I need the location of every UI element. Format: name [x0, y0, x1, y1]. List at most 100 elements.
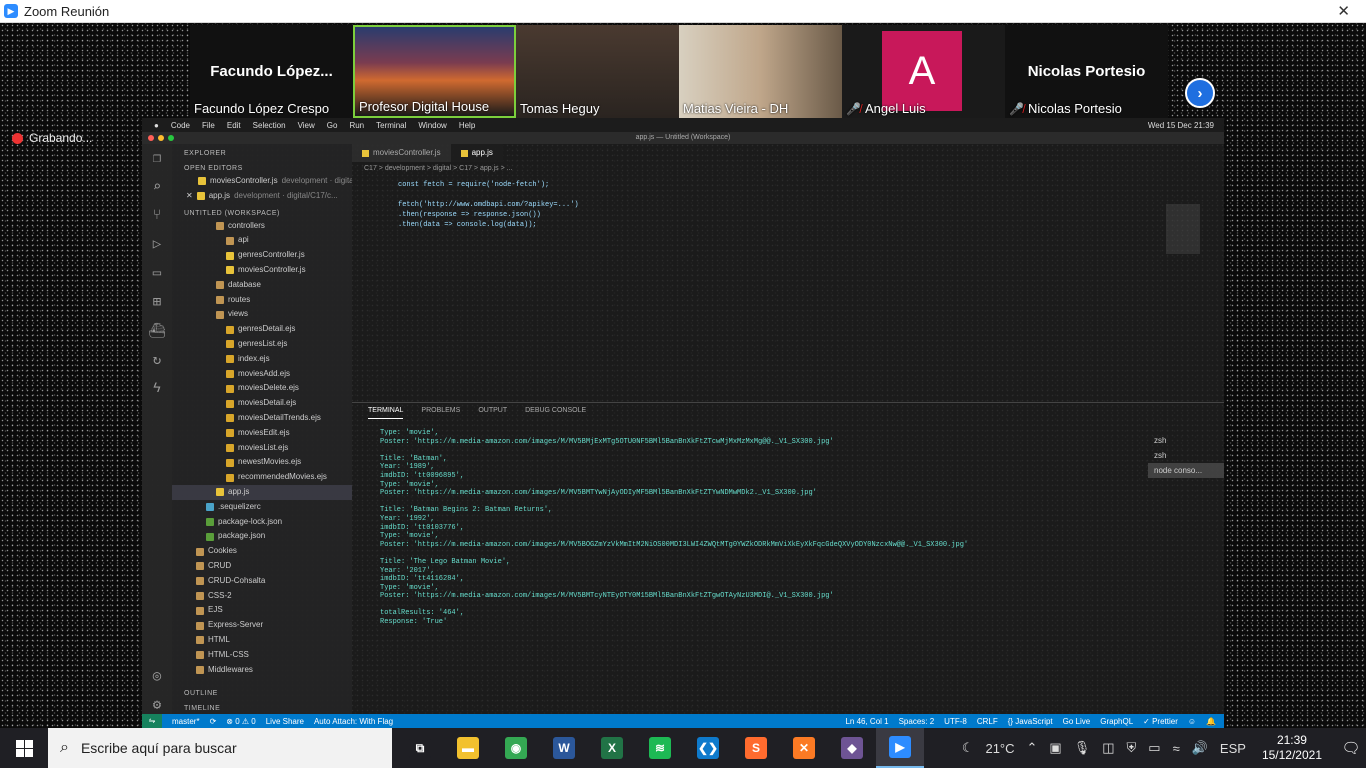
next-page-button[interactable]: ›	[1185, 78, 1215, 108]
tree-file[interactable]: genresController.js	[172, 248, 352, 263]
terminal-item-selected[interactable]: node conso...	[1148, 463, 1224, 478]
moon-weather-icon[interactable]: ☾	[962, 740, 974, 756]
participant-tile-active-speaker[interactable]: Profesor Digital House	[353, 25, 516, 118]
taskbar-app-xampp[interactable]: ✕	[780, 728, 828, 768]
tree-file[interactable]: moviesAdd.ejs	[172, 367, 352, 382]
git-branch[interactable]: master*	[172, 717, 200, 726]
encoding[interactable]: UTF-8	[944, 717, 967, 726]
taskbar-clock[interactable]: 21:39 15/12/2021	[1262, 733, 1322, 763]
source-control-icon[interactable]: ⑂	[153, 208, 161, 224]
docker-icon[interactable]: ⛴	[148, 323, 166, 340]
tab-output[interactable]: OUTPUT	[478, 403, 507, 419]
bell-icon[interactable]: 🔔	[1206, 717, 1216, 726]
end-of-line[interactable]: CRLF	[977, 717, 998, 726]
input-language[interactable]: ESP	[1220, 741, 1246, 756]
open-editor-item[interactable]: ✕ app.js development · digital/C17/c...	[172, 189, 352, 204]
timeline-header[interactable]: TIMELINE	[172, 699, 352, 714]
remote-explorer-icon[interactable]: ▭	[153, 265, 161, 282]
graphql-status[interactable]: GraphQL	[1100, 717, 1133, 726]
minimize-window-icon[interactable]	[158, 135, 164, 141]
menu-terminal[interactable]: Terminal	[376, 121, 406, 130]
indentation[interactable]: Spaces: 2	[899, 717, 935, 726]
close-icon[interactable]: ✕	[1337, 2, 1350, 20]
auto-attach-status[interactable]: Auto Attach: With Flag	[314, 717, 393, 726]
tree-file[interactable]: index.ejs	[172, 352, 352, 367]
participant-tile[interactable]: Nicolas Portesio 🎤̸ Nicolas Portesio	[1005, 25, 1168, 118]
tree-file[interactable]: moviesList.ejs	[172, 441, 352, 456]
participant-tile[interactable]: Matias Vieira - DH	[679, 25, 842, 118]
tree-folder[interactable]: views	[172, 307, 352, 322]
workspace-header[interactable]: UNTITLED (WORKSPACE)	[172, 204, 352, 219]
problems-count[interactable]: ⊗ 0 ⚠ 0	[226, 717, 255, 726]
menu-file[interactable]: File	[202, 121, 215, 130]
meet-now-icon[interactable]: ▣	[1049, 740, 1061, 756]
tree-folder[interactable]: routes	[172, 293, 352, 308]
menu-code[interactable]: Code	[171, 121, 190, 130]
taskbar-app-task-view[interactable]: ⧉	[396, 728, 444, 768]
tree-file[interactable]: recommendedMovies.ejs	[172, 470, 352, 485]
chevron-up-icon[interactable]: ⌃	[1027, 740, 1038, 756]
tree-folder[interactable]: EJS	[172, 603, 352, 618]
participant-tile[interactable]: Facundo López... Facundo López Crespo	[190, 25, 353, 118]
tab-movies-controller[interactable]: moviesController.js	[352, 144, 451, 162]
tree-folder[interactable]: Cookies	[172, 544, 352, 559]
menu-edit[interactable]: Edit	[227, 121, 241, 130]
tree-file[interactable]: moviesDetail.ejs	[172, 396, 352, 411]
taskbar-app-file-explorer[interactable]: ▬	[444, 728, 492, 768]
tree-file[interactable]: genresList.ejs	[172, 337, 352, 352]
taskbar-app-chrome[interactable]: ◉	[492, 728, 540, 768]
tab-problems[interactable]: PROBLEMS	[421, 403, 460, 419]
cursor-position[interactable]: Ln 46, Col 1	[845, 717, 888, 726]
files-icon[interactable]: ❐	[153, 150, 161, 167]
tree-folder[interactable]: HTML	[172, 633, 352, 648]
tree-folder[interactable]: CSS-2	[172, 589, 352, 604]
tab-debug-console[interactable]: DEBUG CONSOLE	[525, 403, 586, 419]
battery-icon[interactable]: ▭	[1148, 740, 1160, 756]
live-share-status[interactable]: Live Share	[266, 717, 304, 726]
extensions-icon[interactable]: ⊞	[153, 294, 161, 311]
search-icon[interactable]: ⌕	[153, 179, 161, 196]
open-editor-item[interactable]: moviesController.js development · digita…	[172, 174, 352, 189]
taskbar-app-zoom[interactable]: ▶	[876, 728, 924, 768]
run-debug-icon[interactable]: ▷	[153, 236, 161, 253]
participant-tile[interactable]: Tomas Heguy	[516, 25, 679, 118]
wifi-icon[interactable]: ≈	[1173, 741, 1180, 756]
prettier-status[interactable]: ✓ Prettier	[1143, 717, 1178, 726]
tab-terminal[interactable]: TERMINAL	[368, 403, 404, 419]
screen-capture-icon[interactable]: ◫	[1102, 740, 1114, 756]
tree-file[interactable]: genresDetail.ejs	[172, 322, 352, 337]
microphone-icon[interactable]: 🎙	[1074, 740, 1091, 756]
tree-folder[interactable]: HTML-CSS	[172, 648, 352, 663]
tree-folder[interactable]: CRUD	[172, 559, 352, 574]
tree-file[interactable]: app.js	[172, 484, 352, 500]
tree-file[interactable]: moviesDelete.ejs	[172, 381, 352, 396]
speaker-icon[interactable]: 🔊	[1192, 740, 1208, 756]
tree-folder[interactable]: CRUD-Cohsalta	[172, 574, 352, 589]
terminal-output[interactable]: Type: 'movie', Poster: 'https://m.media-a…	[352, 419, 1224, 627]
feedback-icon[interactable]: ☺	[1188, 717, 1196, 726]
participant-tile[interactable]: A 🎤̸ Angel Luis	[842, 25, 1005, 118]
gear-icon[interactable]: ⚙	[153, 697, 161, 714]
outline-header[interactable]: OUTLINE	[172, 684, 352, 699]
tree-folder[interactable]: Express-Server	[172, 618, 352, 633]
taskbar-app-excel[interactable]: X	[588, 728, 636, 768]
live-share-icon[interactable]: ↻	[153, 352, 161, 369]
tree-folder[interactable]: Middlewares	[172, 663, 352, 678]
menu-selection[interactable]: Selection	[253, 121, 286, 130]
remote-icon[interactable]: ⇋	[142, 714, 162, 728]
recording-indicator[interactable]: Grabando...	[12, 131, 92, 145]
tree-file[interactable]: moviesEdit.ejs	[172, 426, 352, 441]
taskbar-app-word[interactable]: W	[540, 728, 588, 768]
language-mode[interactable]: {} JavaScript	[1008, 717, 1053, 726]
tree-file[interactable]: package-lock.json	[172, 515, 352, 530]
code-editor[interactable]: const fetch = require('node-fetch'); fetc…	[352, 176, 1224, 230]
tree-file[interactable]: moviesDetailTrends.ejs	[172, 411, 352, 426]
antivirus-icon[interactable]: ⛨	[1127, 740, 1137, 756]
taskbar-app-sublime[interactable]: S	[732, 728, 780, 768]
taskbar-search[interactable]: ⌕ Escribe aquí para buscar	[48, 728, 392, 768]
account-icon[interactable]: ◎	[153, 668, 161, 685]
tree-file[interactable]: newestMovies.ejs	[172, 455, 352, 470]
menu-go[interactable]: Go	[327, 121, 338, 130]
tree-file[interactable]: .sequelizerc	[172, 500, 352, 515]
start-button[interactable]	[0, 728, 48, 768]
